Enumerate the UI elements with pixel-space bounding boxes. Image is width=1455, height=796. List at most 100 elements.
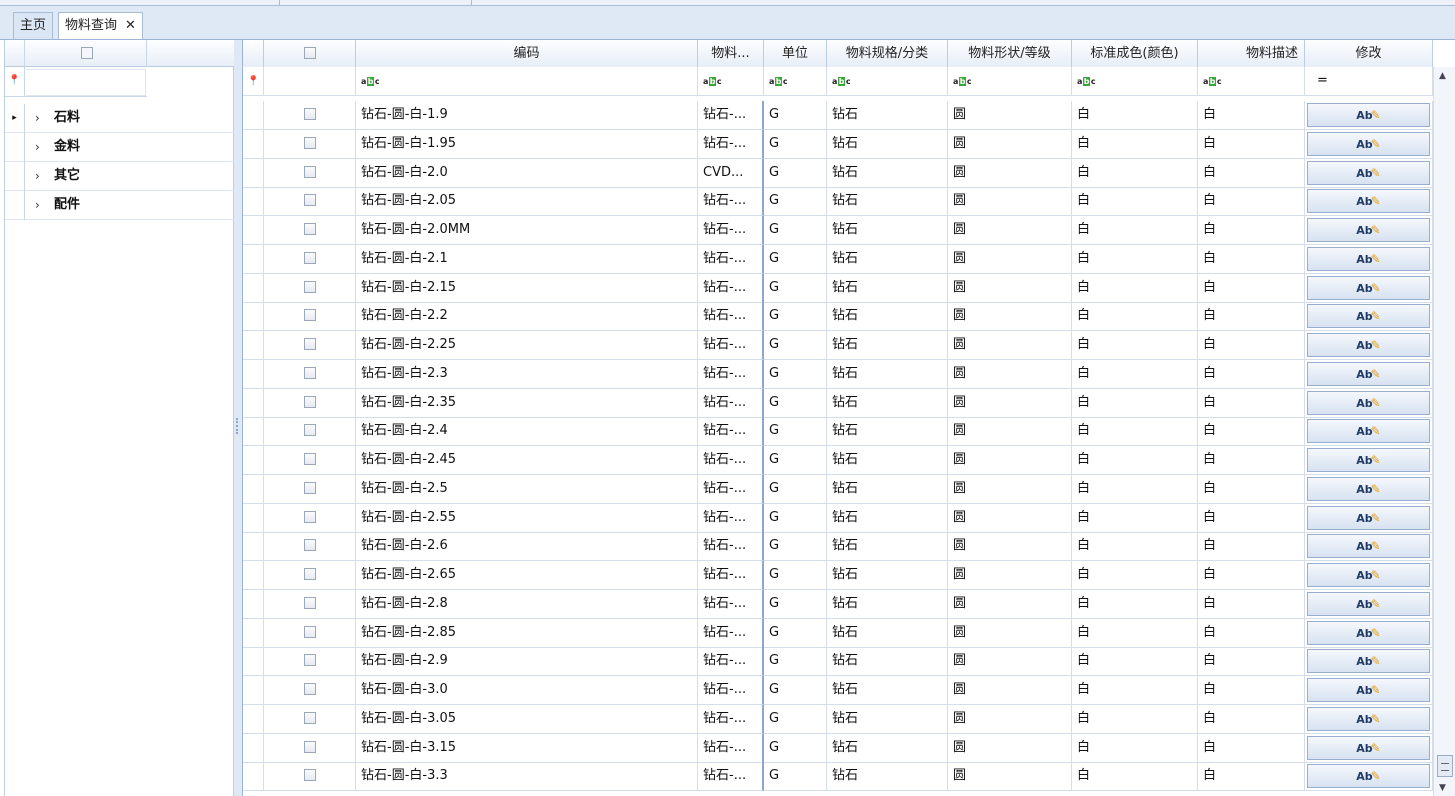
scroll-thumb[interactable] <box>1437 755 1453 777</box>
scroll-up-icon[interactable]: ▲ <box>1439 71 1446 81</box>
cell-desc[interactable]: 白 <box>1198 101 1305 130</box>
cell-shape[interactable]: 圆 <box>948 101 1072 130</box>
cell-desc[interactable]: 白 <box>1198 359 1305 389</box>
cell-name[interactable]: 钻石-... <box>698 244 764 274</box>
row-checkbox[interactable] <box>303 711 316 724</box>
cell-unit[interactable]: G <box>764 216 827 245</box>
cell-spec[interactable]: 钻石 <box>827 216 948 245</box>
cell-desc[interactable]: 白 <box>1198 618 1305 648</box>
tree-node[interactable]: › 金料 <box>5 133 234 162</box>
edit-button[interactable]: Ab✎ <box>1307 160 1430 185</box>
cell-spec[interactable]: 钻石 <box>827 244 948 274</box>
edit-button[interactable]: Ab✎ <box>1307 448 1430 472</box>
filter-abc-icon[interactable]: abc <box>832 77 851 86</box>
row-checkbox[interactable] <box>303 309 316 322</box>
table-row[interactable]: 钻石-圆-白-2.8 钻石-... G 钻石圆白白 Ab✎ <box>243 589 1433 619</box>
cell-code[interactable]: 钻石-圆-白-2.35 <box>356 388 698 418</box>
row-checkbox[interactable] <box>303 481 316 494</box>
cell-unit[interactable]: G <box>764 187 827 217</box>
cell-color[interactable]: 白 <box>1072 244 1198 274</box>
cell-unit[interactable]: G <box>764 733 827 763</box>
cell-code[interactable]: 钻石-圆-白-3.05 <box>356 704 698 734</box>
cell-spec[interactable]: 钻石 <box>827 474 948 504</box>
cell-spec[interactable]: 钻石 <box>827 704 948 734</box>
cell-name[interactable]: 钻石-... <box>698 388 764 418</box>
cell-code[interactable]: 钻石-圆-白-2.65 <box>356 561 698 590</box>
cell-name[interactable]: 钻石-... <box>698 704 764 734</box>
cell-desc[interactable]: 白 <box>1198 676 1305 705</box>
cell-spec[interactable]: 钻石 <box>827 101 948 130</box>
cell-color[interactable]: 白 <box>1072 158 1198 188</box>
column-header-unit[interactable]: 单位 <box>764 40 827 69</box>
edit-button[interactable]: Ab✎ <box>1307 534 1430 559</box>
edit-button[interactable]: Ab✎ <box>1307 304 1430 329</box>
cell-spec[interactable]: 钻石 <box>827 561 948 590</box>
column-header-desc[interactable]: 物料描述 <box>1198 40 1305 69</box>
cell-code[interactable]: 钻石-圆-白-3.3 <box>356 762 698 792</box>
filter-abc-icon[interactable]: abc <box>1203 77 1222 86</box>
cell-unit[interactable]: G <box>764 331 827 360</box>
select-all-checkbox[interactable] <box>303 47 316 59</box>
expand-chevron-icon[interactable]: › <box>35 162 40 190</box>
cell-shape[interactable]: 圆 <box>948 302 1072 332</box>
cell-desc[interactable]: 白 <box>1198 216 1305 245</box>
scroll-down-icon[interactable]: ▼ <box>1439 783 1446 793</box>
filter-cell-code[interactable]: abc <box>356 67 698 96</box>
tab-material-query[interactable]: 物料查询 ✕ <box>58 12 143 40</box>
cell-code[interactable]: 钻石-圆-白-2.45 <box>356 446 698 475</box>
cell-shape[interactable]: 圆 <box>948 733 1072 763</box>
edit-button[interactable]: Ab✎ <box>1307 189 1430 214</box>
table-row[interactable]: 钻石-圆-白-2.1 钻石-... G 钻石圆白白 Ab✎ <box>243 244 1433 274</box>
cell-name[interactable]: 钻石-... <box>698 331 764 360</box>
column-header-name[interactable]: 物料... <box>698 40 764 69</box>
row-checkbox[interactable] <box>303 136 316 149</box>
cell-name[interactable]: 钻石-... <box>698 618 764 648</box>
cell-spec[interactable]: 钻石 <box>827 446 948 475</box>
cell-desc[interactable]: 白 <box>1198 446 1305 475</box>
row-checkbox[interactable] <box>303 453 316 465</box>
table-row[interactable]: 钻石-圆-白-2.9 钻石-... G 钻石圆白白 Ab✎ <box>243 647 1433 677</box>
table-row[interactable]: 钻石-圆-白-2.65 钻石-... G 钻石圆白白 Ab✎ <box>243 561 1433 590</box>
expand-chevron-icon[interactable]: › <box>35 104 40 132</box>
table-row[interactable]: 钻石-圆-白-2.85 钻石-... G 钻石圆白白 Ab✎ <box>243 618 1433 648</box>
close-icon[interactable]: ✕ <box>125 18 136 33</box>
cell-shape[interactable]: 圆 <box>948 618 1072 648</box>
row-checkbox[interactable] <box>303 769 316 782</box>
edit-button[interactable]: Ab✎ <box>1307 620 1430 645</box>
cell-code[interactable]: 钻石-圆-白-2.4 <box>356 417 698 447</box>
cell-name[interactable]: 钻石-... <box>698 187 764 217</box>
row-checkbox[interactable] <box>303 395 316 408</box>
cell-code[interactable]: 钻石-圆-白-1.95 <box>356 129 698 159</box>
cell-desc[interactable]: 白 <box>1198 704 1305 734</box>
cell-unit[interactable]: G <box>764 158 827 188</box>
cell-color[interactable]: 白 <box>1072 733 1198 763</box>
cell-name[interactable]: CVD... <box>698 158 764 188</box>
cell-code[interactable]: 钻石-圆-白-2.1 <box>356 244 698 274</box>
cell-shape[interactable]: 圆 <box>948 532 1072 562</box>
cell-name[interactable]: 钻石-... <box>698 503 764 533</box>
cell-code[interactable]: 钻石-圆-白-3.15 <box>356 733 698 763</box>
edit-button[interactable]: Ab✎ <box>1307 361 1430 386</box>
edit-button[interactable]: Ab✎ <box>1307 706 1430 731</box>
column-header-code[interactable]: 编码 <box>356 40 698 69</box>
cell-shape[interactable]: 圆 <box>948 331 1072 360</box>
cell-shape[interactable]: 圆 <box>948 762 1072 792</box>
cell-code[interactable]: 钻石-圆-白-2.05 <box>356 187 698 217</box>
cell-code[interactable]: 钻石-圆-白-2.9 <box>356 647 698 677</box>
cell-desc[interactable]: 白 <box>1198 417 1305 447</box>
edit-button[interactable]: Ab✎ <box>1307 333 1430 357</box>
cell-shape[interactable]: 圆 <box>948 244 1072 274</box>
edit-button[interactable]: Ab✎ <box>1307 563 1430 587</box>
cell-name[interactable]: 钻石-... <box>698 532 764 562</box>
table-row[interactable]: 钻石-圆-白-3.0 钻石-... G 钻石圆白白 Ab✎ <box>243 676 1433 705</box>
cell-spec[interactable]: 钻石 <box>827 532 948 562</box>
table-row[interactable]: 钻石-圆-白-2.05 钻石-... G 钻石圆白白 Ab✎ <box>243 187 1433 217</box>
cell-spec[interactable]: 钻石 <box>827 388 948 418</box>
cell-desc[interactable]: 白 <box>1198 331 1305 360</box>
cell-name[interactable]: 钻石-... <box>698 561 764 590</box>
table-row[interactable]: 钻石-圆-白-2.0MM 钻石-... G 钻石圆白白 Ab✎ <box>243 216 1433 245</box>
cell-unit[interactable]: G <box>764 244 827 274</box>
cell-spec[interactable]: 钻石 <box>827 187 948 217</box>
cell-color[interactable]: 白 <box>1072 618 1198 648</box>
row-checkbox[interactable] <box>303 251 316 264</box>
